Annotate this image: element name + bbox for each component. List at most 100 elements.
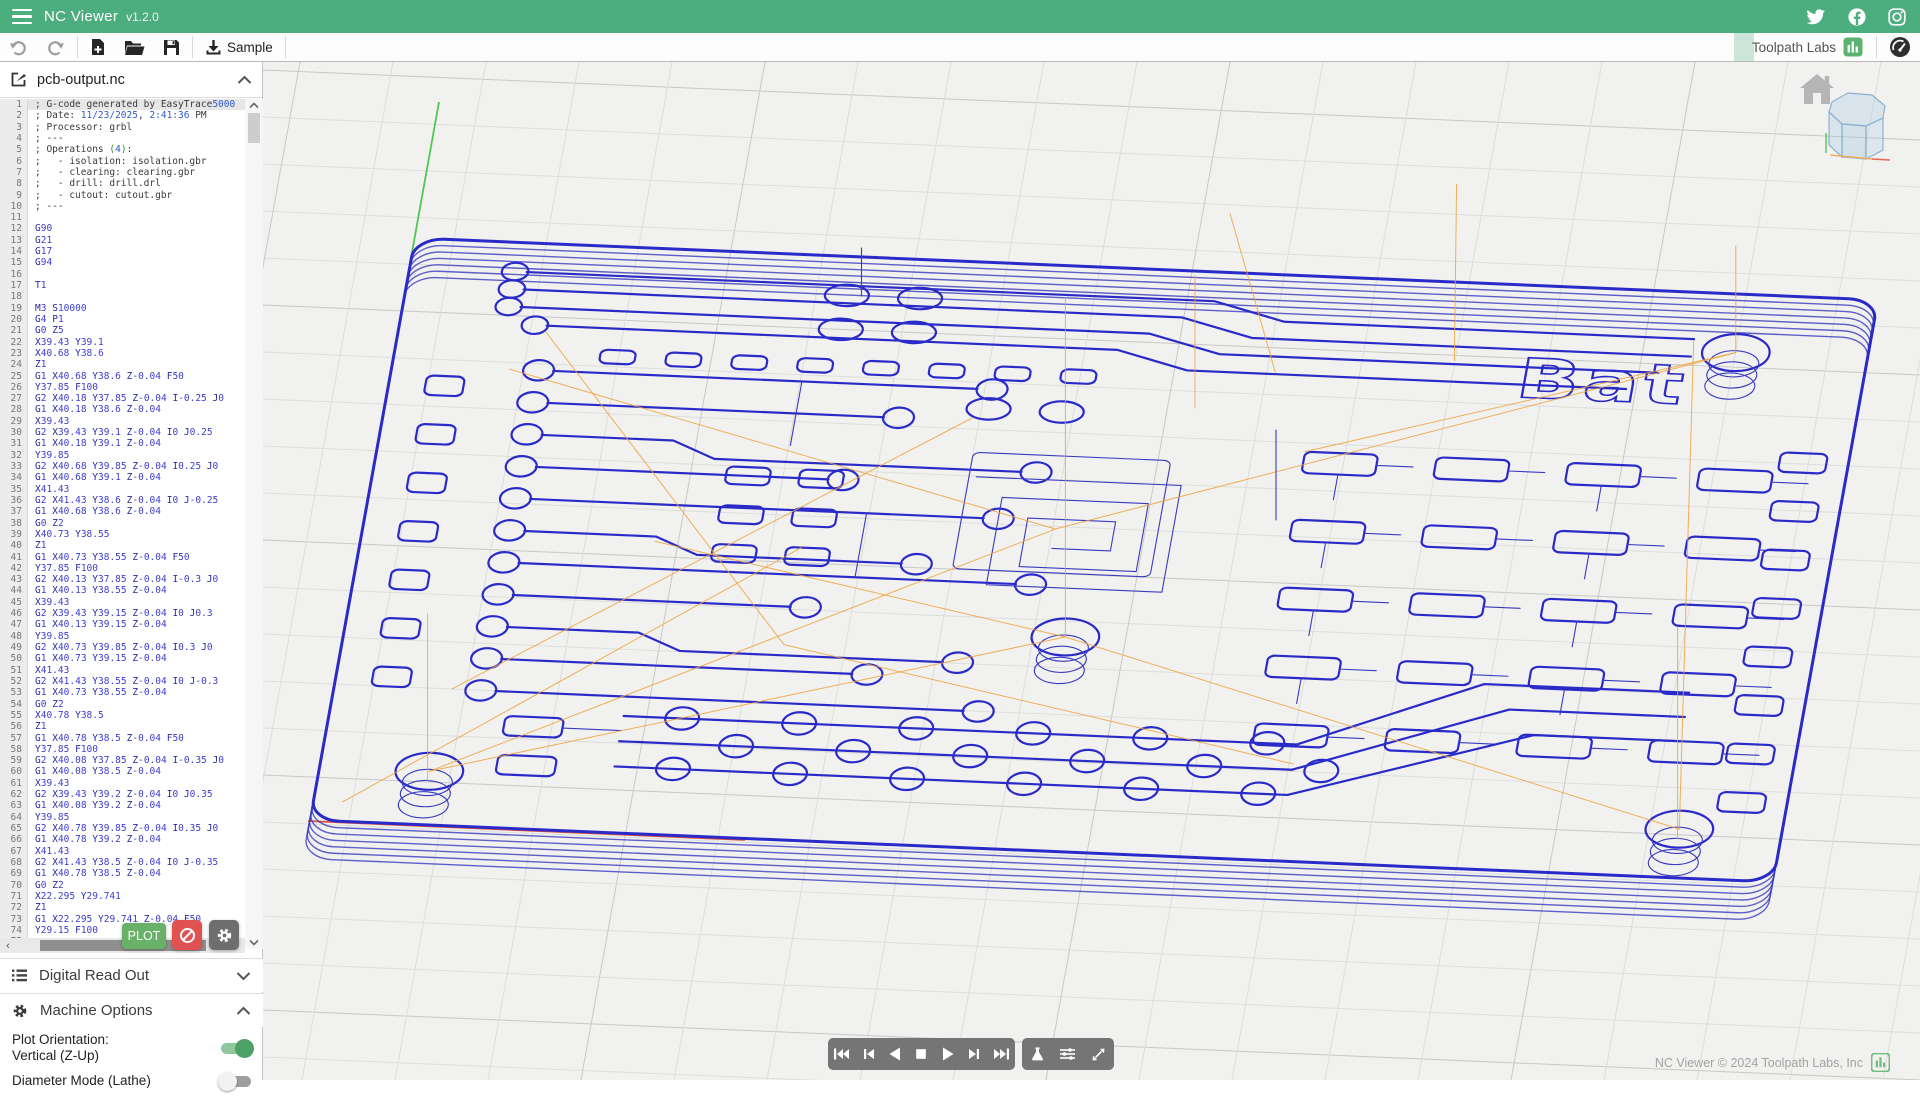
gcode-line[interactable]: 9; - cutout: cutout.gbr bbox=[0, 190, 245, 201]
gcode-line[interactable]: 14G17 bbox=[0, 246, 245, 257]
gcode-line[interactable]: 10; --- bbox=[0, 201, 245, 212]
stop-plot-button[interactable] bbox=[172, 920, 202, 950]
digital-readout-section[interactable]: Digital Read Out bbox=[0, 958, 263, 992]
gcode-line[interactable]: 7; - clearing: clearing.gbr bbox=[0, 167, 245, 178]
plot-settings-button[interactable] bbox=[209, 920, 239, 950]
save-file-button[interactable] bbox=[154, 33, 189, 61]
gcode-line[interactable]: 38G0 Z2 bbox=[0, 518, 245, 529]
gcode-line[interactable]: 66G1 X40.78 Y39.2 Z-0.04 bbox=[0, 834, 245, 845]
gcode-line[interactable]: 71X22.295 Y29.741 bbox=[0, 891, 245, 902]
machine-options-section[interactable]: Machine Options bbox=[0, 993, 263, 1027]
menu-hamburger-icon[interactable] bbox=[0, 0, 40, 33]
gcode-line[interactable]: 24Z1 bbox=[0, 359, 245, 370]
skip-to-end-button[interactable] bbox=[990, 1042, 1014, 1066]
gcode-line[interactable]: 43G2 X40.13 Y37.85 Z-0.04 I-0.3 J0 bbox=[0, 574, 245, 585]
gcode-line[interactable]: 61X39.43 bbox=[0, 778, 245, 789]
gcode-line[interactable]: 33G2 X40.68 Y39.85 Z-0.04 I0.25 J0 bbox=[0, 461, 245, 472]
gcode-line[interactable]: 17T1 bbox=[0, 280, 245, 291]
gcode-line[interactable]: 18 bbox=[0, 291, 245, 302]
toolpath-labs-link[interactable]: Toolpath Labs bbox=[1742, 33, 1873, 61]
open-file-button[interactable] bbox=[115, 33, 154, 61]
step-forward-button[interactable] bbox=[963, 1042, 987, 1066]
gcode-line[interactable]: 4; --- bbox=[0, 133, 245, 144]
skip-to-start-button[interactable] bbox=[829, 1042, 853, 1066]
gcode-line[interactable]: 5; Operations (4): bbox=[0, 144, 245, 155]
gcode-line[interactable]: 31G1 X40.18 Y39.1 Z-0.04 bbox=[0, 438, 245, 449]
stop-button[interactable] bbox=[909, 1042, 933, 1066]
gcode-line[interactable]: 36G2 X41.43 Y38.6 Z-0.04 I0 J-0.25 bbox=[0, 495, 245, 506]
gcode-line[interactable]: 28G1 X40.18 Y38.6 Z-0.04 bbox=[0, 404, 245, 415]
gcode-line[interactable]: 22X39.43 Y39.1 bbox=[0, 337, 245, 348]
gcode-line[interactable]: 26Y37.85 F100 bbox=[0, 382, 245, 393]
scrollbar-thumb[interactable] bbox=[248, 113, 260, 143]
gcode-line[interactable]: 27G2 X40.18 Y37.85 Z-0.04 I-0.25 J0 bbox=[0, 393, 245, 404]
gcode-line[interactable]: 32Y39.85 bbox=[0, 450, 245, 461]
gcode-line[interactable]: 55X40.78 Y38.5 bbox=[0, 710, 245, 721]
gcode-line[interactable]: 25G1 X40.68 Y38.6 Z-0.04 F50 bbox=[0, 371, 245, 382]
gcode-line[interactable]: 52G2 X41.43 Y38.55 Z-0.04 I0 J-0.3 bbox=[0, 676, 245, 687]
gcode-line[interactable]: 63G1 X40.08 Y39.2 Z-0.04 bbox=[0, 800, 245, 811]
gcode-line[interactable]: 54G0 Z2 bbox=[0, 699, 245, 710]
gcode-line[interactable]: 67X41.43 bbox=[0, 846, 245, 857]
gcode-line[interactable]: 64Y39.85 bbox=[0, 812, 245, 823]
gcode-line[interactable]: 29X39.43 bbox=[0, 416, 245, 427]
gcode-line[interactable]: 2; Date: 11/23/2025, 2:41:36 PM bbox=[0, 110, 245, 121]
gcode-line[interactable]: 34G1 X40.68 Y39.1 Z-0.04 bbox=[0, 472, 245, 483]
home-view-button[interactable] bbox=[1798, 72, 1836, 106]
gcode-line[interactable]: 72Z1 bbox=[0, 902, 245, 913]
gcode-line[interactable]: 21G0 Z5 bbox=[0, 325, 245, 336]
viewport-3d[interactable]: Bat bbox=[263, 62, 1920, 1080]
performance-gauge-button[interactable] bbox=[1880, 33, 1920, 61]
gcode-line[interactable]: 50G1 X40.73 Y39.15 Z-0.04 bbox=[0, 653, 245, 664]
gcode-line[interactable]: 60G1 X40.08 Y38.5 Z-0.04 bbox=[0, 766, 245, 777]
new-file-button[interactable] bbox=[81, 33, 115, 61]
display-settings-icon[interactable] bbox=[1056, 1042, 1080, 1066]
gcode-line[interactable]: 65G2 X40.78 Y39.85 Z-0.04 I0.35 J0 bbox=[0, 823, 245, 834]
gcode-line[interactable]: 15G94 bbox=[0, 257, 245, 268]
gcode-line[interactable]: 69G1 X40.78 Y38.5 Z-0.04 bbox=[0, 868, 245, 879]
collapse-editor-chevron-icon[interactable] bbox=[237, 75, 252, 85]
gcode-line[interactable]: 30G2 X39.43 Y39.1 Z-0.04 I0 J0.25 bbox=[0, 427, 245, 438]
facebook-icon[interactable] bbox=[1848, 8, 1866, 26]
gcode-line[interactable]: 44G1 X40.13 Y38.55 Z-0.04 bbox=[0, 585, 245, 596]
gcode-editor[interactable]: 1; G-code generated by EasyTrace50002; D… bbox=[0, 99, 245, 949]
twitter-icon[interactable] bbox=[1807, 9, 1826, 25]
gcode-line[interactable]: 53G1 X40.73 Y38.55 Z-0.04 bbox=[0, 687, 245, 698]
gcode-line[interactable]: 35X41.43 bbox=[0, 484, 245, 495]
gcode-line[interactable]: 59G2 X40.08 Y37.85 Z-0.04 I-0.35 J0 bbox=[0, 755, 245, 766]
gcode-line[interactable]: 16 bbox=[0, 269, 245, 280]
gcode-line[interactable]: 40Z1 bbox=[0, 540, 245, 551]
gcode-line[interactable]: 62G2 X39.43 Y39.2 Z-0.04 I0 J0.35 bbox=[0, 789, 245, 800]
toolpath-scene[interactable]: Bat bbox=[263, 62, 1920, 1080]
gcode-line[interactable]: 6; - isolation: isolation.gbr bbox=[0, 156, 245, 167]
gcode-line[interactable]: 45X39.43 bbox=[0, 597, 245, 608]
simulation-flask-icon[interactable] bbox=[1025, 1042, 1049, 1066]
gcode-line[interactable]: 1; G-code generated by EasyTrace5000 bbox=[0, 99, 245, 110]
redo-button[interactable] bbox=[37, 33, 74, 61]
undo-button[interactable] bbox=[0, 33, 37, 61]
editor-vertical-scrollbar[interactable] bbox=[245, 99, 263, 949]
sample-button[interactable]: Sample bbox=[196, 33, 282, 61]
gcode-line[interactable]: 13G21 bbox=[0, 235, 245, 246]
scroll-down-icon[interactable] bbox=[249, 939, 259, 946]
gcode-line[interactable]: 51X41.43 bbox=[0, 665, 245, 676]
gcode-line[interactable]: 49G2 X40.73 Y39.85 Z-0.04 I0.3 J0 bbox=[0, 642, 245, 653]
scroll-left-icon[interactable]: ‹ bbox=[0, 940, 16, 952]
gcode-line[interactable]: 58Y37.85 F100 bbox=[0, 744, 245, 755]
diameter-mode-toggle[interactable] bbox=[221, 1076, 251, 1087]
gcode-line[interactable]: 37G1 X40.68 Y38.6 Z-0.04 bbox=[0, 506, 245, 517]
fullscreen-icon[interactable] bbox=[1087, 1042, 1111, 1066]
gcode-line[interactable]: 57G1 X40.78 Y38.5 Z-0.04 F50 bbox=[0, 733, 245, 744]
gcode-line[interactable]: 19M3 S10000 bbox=[0, 303, 245, 314]
gcode-line[interactable]: 46G2 X39.43 Y39.15 Z-0.04 I0 J0.3 bbox=[0, 608, 245, 619]
gcode-line[interactable]: 56Z1 bbox=[0, 721, 245, 732]
play-reverse-button[interactable] bbox=[883, 1042, 907, 1066]
gcode-line[interactable]: 39X40.73 Y38.55 bbox=[0, 529, 245, 540]
gcode-line[interactable]: 3; Processor: grbl bbox=[0, 122, 245, 133]
play-button[interactable] bbox=[936, 1042, 960, 1066]
gcode-line[interactable]: 68G2 X41.43 Y38.5 Z-0.04 I0 J-0.35 bbox=[0, 857, 245, 868]
instagram-icon[interactable] bbox=[1888, 8, 1906, 26]
step-back-button[interactable] bbox=[856, 1042, 880, 1066]
gcode-line[interactable]: 12G90 bbox=[0, 223, 245, 234]
gcode-line[interactable]: 70G0 Z2 bbox=[0, 880, 245, 891]
